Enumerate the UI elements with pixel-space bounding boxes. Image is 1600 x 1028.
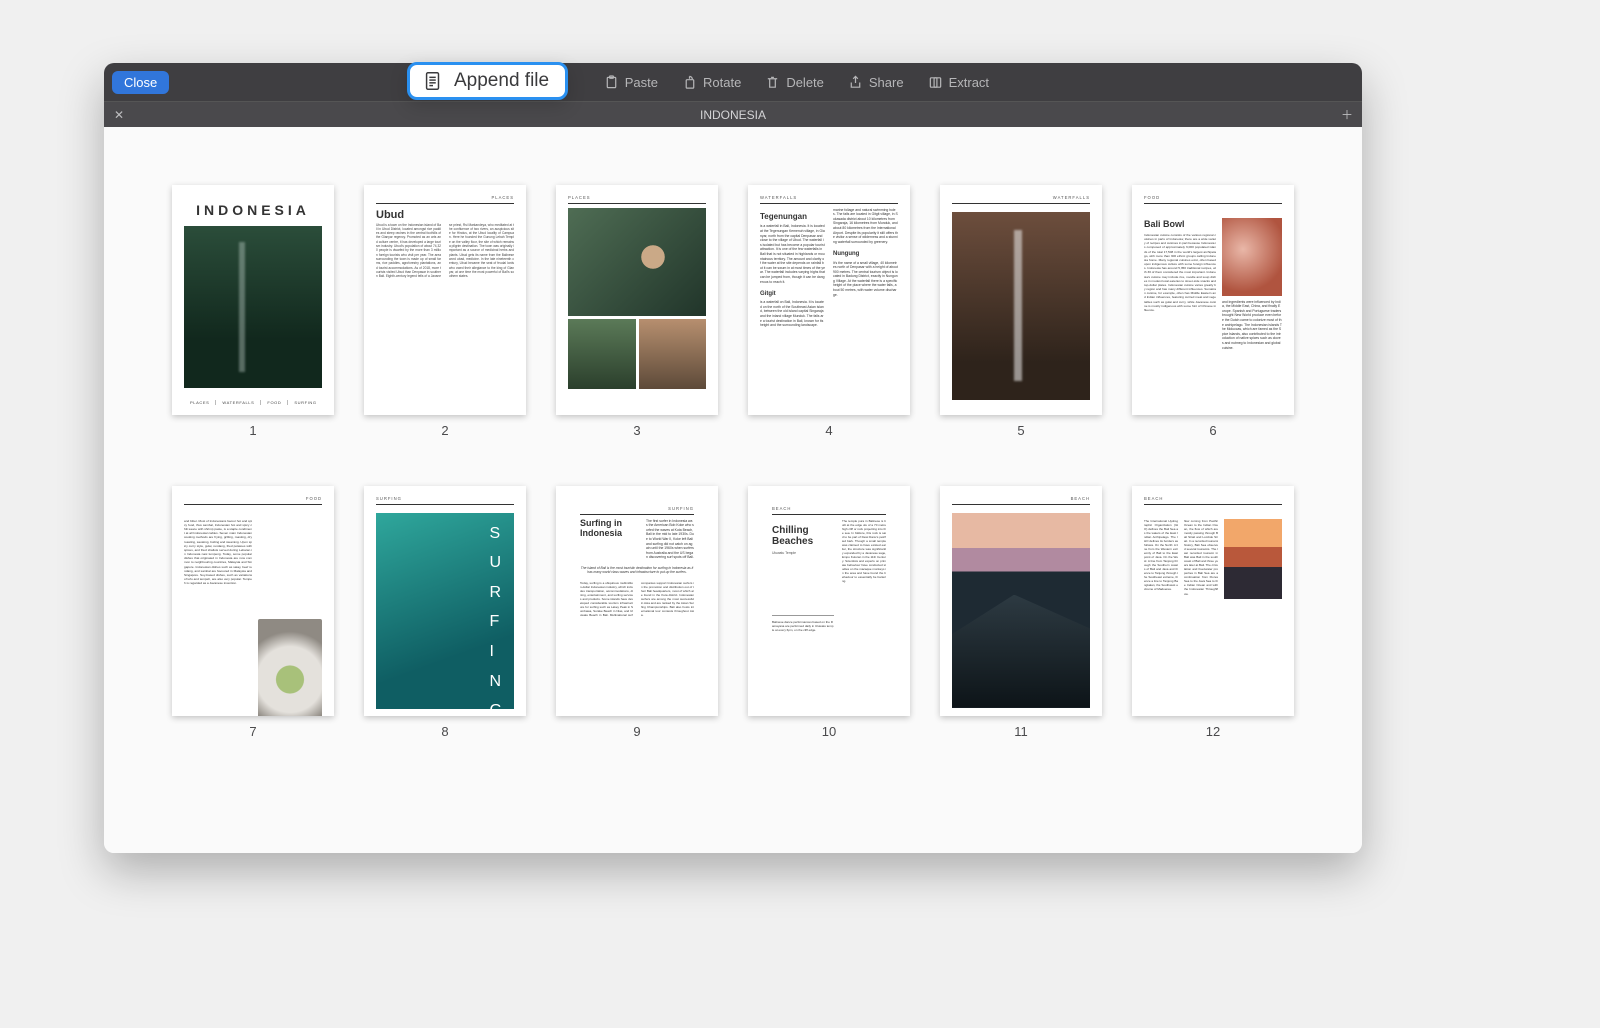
page-number: 9 — [633, 724, 640, 739]
photo — [1222, 218, 1282, 296]
page-thumbnail[interactable]: WATERFALLS 5 — [940, 185, 1102, 438]
page-number: 3 — [633, 423, 640, 438]
body-text: The International Hydrographic Organizat… — [1144, 519, 1178, 599]
body-text: Today, surfing is a ubiquitous multimill… — [580, 581, 694, 617]
append-file-label: Append file — [454, 70, 549, 92]
close-button[interactable]: Close — [112, 71, 169, 94]
paste-icon — [604, 75, 619, 90]
body-text: Ubud is a town on the Indonesian island … — [376, 223, 514, 279]
thumbnail-grid: INDONESIA PLACESWATERFALLSFOODSURFING 1 … — [124, 185, 1342, 739]
photo — [1224, 519, 1282, 599]
page-thumbnail[interactable]: PLACES 3 — [556, 185, 718, 438]
document-title: INDONESIA — [700, 108, 766, 122]
page-number: 8 — [441, 724, 448, 739]
cover-image — [184, 226, 322, 388]
photo — [568, 319, 636, 389]
page-thumbnail[interactable]: INDONESIA PLACESWATERFALLSFOODSURFING 1 — [172, 185, 334, 438]
photo — [568, 208, 706, 316]
caption: Uluwatu Temple — [772, 551, 834, 556]
page-title: INDONESIA — [172, 201, 334, 220]
body-text: and bitter. Most of Indonesians favour h… — [184, 519, 252, 716]
body-text: flow coming from Pacific Ocean to the In… — [1184, 519, 1218, 599]
page-number: 10 — [822, 724, 836, 739]
body-text: The first surfer in Indonesia was the Am… — [646, 519, 694, 560]
body-text: marine foliage and natural swimming hole… — [833, 208, 898, 245]
page-thumbnail[interactable]: BEACH 11 — [940, 486, 1102, 739]
page-number: 2 — [441, 423, 448, 438]
page-thumbnail[interactable]: SURFING SURFING 8 — [364, 486, 526, 739]
page-thumbnail[interactable]: FOOD and bitter. Most of Indonesians fav… — [172, 486, 334, 739]
rotate-button[interactable]: Rotate — [672, 71, 751, 94]
page-heading: Bali Bowl — [1144, 218, 1216, 230]
quote: The island of Bali is the most touristic… — [580, 566, 694, 575]
photo — [952, 212, 1090, 400]
page-thumbnail[interactable]: SURFING Surfing in Indonesia The first s… — [556, 486, 718, 739]
append-file-icon — [422, 70, 444, 92]
page-thumbnail[interactable]: BEACH Chilling Beaches Uluwatu Temple Ba… — [748, 486, 910, 739]
photo — [952, 513, 1090, 708]
photo: SURFING — [376, 513, 514, 709]
page-number: 11 — [1014, 724, 1028, 739]
thumbnail-workspace[interactable]: INDONESIA PLACESWATERFALLSFOODSURFING 1 … — [104, 127, 1362, 853]
page-thumbnail[interactable]: BEACH The International Hydrographic Org… — [1132, 486, 1294, 739]
page-number: 6 — [1209, 423, 1216, 438]
body-text: is a waterfall in Bali, Indonesia. It is… — [760, 224, 825, 284]
extract-icon — [928, 75, 943, 90]
body-text: is a waterfall on Bali, Indonesia. It is… — [760, 300, 825, 328]
delete-label: Delete — [786, 75, 824, 90]
tab-bar: ✕ INDONESIA ＋ — [104, 101, 1362, 127]
rotate-label: Rotate — [703, 75, 741, 90]
extract-button[interactable]: Extract — [918, 71, 999, 94]
paste-button[interactable]: Paste — [594, 71, 668, 94]
page-heading: Ubud — [376, 208, 514, 223]
close-tab-button[interactable]: ✕ — [104, 108, 134, 122]
photo — [258, 619, 322, 716]
trash-icon — [765, 75, 780, 90]
body-text: Balinese dance performances based on the… — [772, 615, 834, 632]
toolbar: Close Ad Append file Paste — [104, 63, 1362, 101]
body-text: Indonesian cuisine consists of the vario… — [1144, 233, 1216, 312]
body-text: It's the name of a small village, 40 kil… — [833, 261, 898, 298]
page-thumbnail[interactable]: WATERFALLS Tegenungan is a waterfall in … — [748, 185, 910, 438]
paste-label: Paste — [625, 75, 658, 90]
share-label: Share — [869, 75, 904, 90]
share-button[interactable]: Share — [838, 71, 914, 94]
photo — [639, 319, 707, 389]
body-text: The temple pura in Balinese is built at … — [842, 519, 886, 633]
page-number: 1 — [249, 423, 256, 438]
page-number: 4 — [825, 423, 832, 438]
cover-nav: PLACESWATERFALLSFOODSURFING — [184, 400, 322, 405]
surfing-letters: SURFING — [490, 523, 504, 716]
delete-button[interactable]: Delete — [755, 71, 834, 94]
page-number: 5 — [1017, 423, 1024, 438]
page-heading: Surfing in Indonesia — [580, 519, 638, 560]
page-thumbnail[interactable]: FOOD Bali Bowl Indonesian cuisine consis… — [1132, 185, 1294, 438]
page-thumbnail[interactable]: PLACES Ubud Ubud is a town on the Indone… — [364, 185, 526, 438]
page-number: 7 — [249, 724, 256, 739]
app-window: Close Ad Append file Paste — [104, 63, 1362, 853]
page-number: 12 — [1206, 724, 1220, 739]
add-tab-button[interactable]: ＋ — [1332, 106, 1362, 123]
page-heading: Chilling Beaches — [772, 525, 834, 547]
append-file-callout[interactable]: Append file — [407, 62, 568, 100]
body-text: and ingredients were influenced by India… — [1222, 300, 1282, 351]
page-heading: Tegenungan — [760, 212, 825, 223]
rotate-icon — [682, 75, 697, 90]
share-icon — [848, 75, 863, 90]
extract-label: Extract — [949, 75, 989, 90]
